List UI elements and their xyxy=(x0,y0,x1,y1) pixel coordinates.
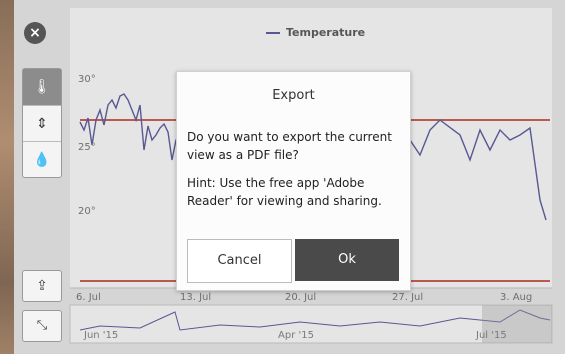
ok-button[interactable]: Ok xyxy=(295,239,399,281)
dialog-hint: Hint: Use the free app 'Adobe Reader' fo… xyxy=(187,176,382,208)
temperature-icon[interactable]: 🌡 xyxy=(23,69,61,105)
share-icon[interactable]: ⇪ xyxy=(22,270,62,302)
sensor-toolbar: 🌡 ⇕ 💧 xyxy=(22,68,62,178)
collapse-icon[interactable]: ⤡ xyxy=(22,310,62,342)
dialog-message: Do you want to export the current view a… xyxy=(187,130,392,162)
cancel-button[interactable]: Cancel xyxy=(187,239,292,283)
app-frame: 30° 25° 20° 6. Jul 13. Jul 20. Jul 27. J… xyxy=(0,0,565,354)
humidity-icon[interactable]: 💧 xyxy=(23,141,61,178)
export-dialog: Export Do you want to export the current… xyxy=(176,71,411,291)
dialog-title: Export xyxy=(272,88,315,103)
sort-icon[interactable]: ⇕ xyxy=(23,105,61,142)
close-icon[interactable]: × xyxy=(24,22,46,44)
